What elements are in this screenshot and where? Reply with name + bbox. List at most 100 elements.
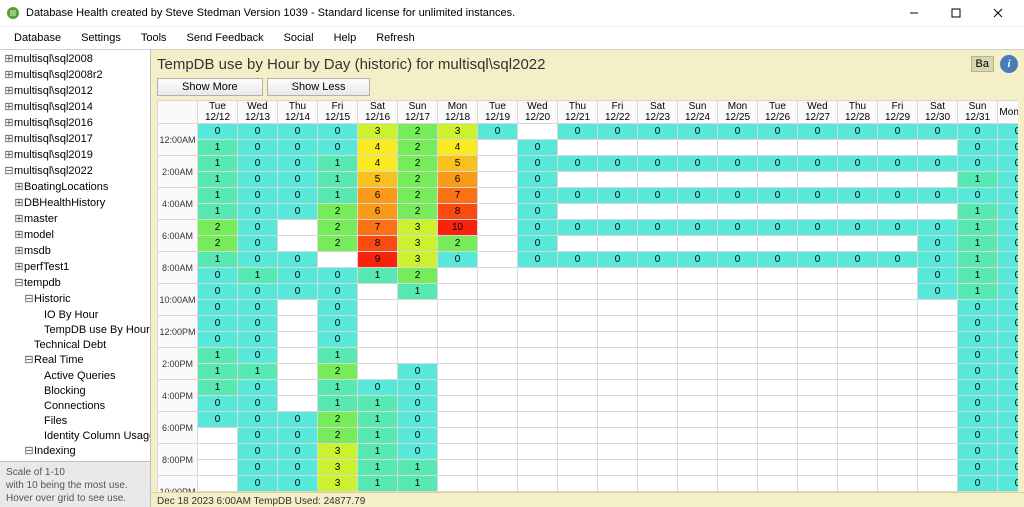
heatmap-cell[interactable] bbox=[838, 268, 878, 284]
heatmap-cell[interactable] bbox=[718, 332, 758, 348]
heatmap-cell[interactable]: 0 bbox=[638, 188, 678, 204]
heatmap-cell[interactable] bbox=[478, 412, 518, 428]
heatmap-cell[interactable] bbox=[518, 444, 558, 460]
heatmap-cell[interactable] bbox=[678, 412, 718, 428]
heatmap-cell[interactable]: 1 bbox=[198, 156, 238, 172]
heatmap-cell[interactable]: 0 bbox=[798, 188, 838, 204]
menu-refresh[interactable]: Refresh bbox=[366, 30, 425, 46]
heatmap-cell[interactable]: 1 bbox=[358, 412, 398, 428]
heatmap-cell[interactable] bbox=[278, 364, 318, 380]
heatmap-cell[interactable]: 1 bbox=[958, 220, 998, 236]
heatmap-cell[interactable] bbox=[638, 476, 678, 492]
heatmap-cell[interactable] bbox=[398, 316, 438, 332]
heatmap-cell[interactable]: 0 bbox=[958, 412, 998, 428]
heatmap-cell[interactable]: 2 bbox=[318, 428, 358, 444]
tree-node[interactable]: ⊞msdb bbox=[4, 244, 148, 260]
expand-icon[interactable]: ⊞ bbox=[14, 181, 24, 196]
heatmap-cell[interactable]: 0 bbox=[838, 156, 878, 172]
heatmap-cell[interactable]: 2 bbox=[318, 220, 358, 236]
heatmap-cell[interactable] bbox=[678, 428, 718, 444]
heatmap-cell[interactable] bbox=[838, 412, 878, 428]
heatmap-cell[interactable]: 0 bbox=[398, 364, 438, 380]
heatmap-cell[interactable]: 1 bbox=[198, 348, 238, 364]
heatmap-cell[interactable] bbox=[638, 444, 678, 460]
tree-label[interactable]: multisql\sql2008 bbox=[14, 53, 93, 65]
heatmap-cell[interactable] bbox=[758, 444, 798, 460]
heatmap-cell[interactable] bbox=[278, 300, 318, 316]
heatmap-cell[interactable]: 0 bbox=[638, 124, 678, 140]
heatmap-cell[interactable]: 1 bbox=[958, 284, 998, 300]
heatmap-cell[interactable]: 0 bbox=[558, 252, 598, 268]
heatmap-cell[interactable] bbox=[838, 476, 878, 492]
heatmap-cell[interactable] bbox=[798, 268, 838, 284]
heatmap-cell[interactable] bbox=[678, 284, 718, 300]
heatmap-cell[interactable] bbox=[478, 268, 518, 284]
heatmap-cell[interactable]: 4 bbox=[358, 156, 398, 172]
heatmap-cell[interactable] bbox=[438, 348, 478, 364]
heatmap-cell[interactable] bbox=[558, 140, 598, 156]
menu-help[interactable]: Help bbox=[324, 30, 367, 46]
heatmap-cell[interactable] bbox=[478, 380, 518, 396]
heatmap-cell[interactable] bbox=[518, 284, 558, 300]
heatmap-cell[interactable] bbox=[438, 316, 478, 332]
heatmap-cell[interactable] bbox=[438, 460, 478, 476]
heatmap-cell[interactable]: 0 bbox=[238, 460, 278, 476]
expand-icon[interactable]: ⊞ bbox=[4, 69, 14, 84]
heatmap-cell[interactable] bbox=[718, 380, 758, 396]
heatmap-cell[interactable]: 2 bbox=[318, 412, 358, 428]
tree-label[interactable]: tempdb bbox=[24, 277, 61, 289]
tree-label[interactable]: Technical Debt bbox=[34, 339, 106, 351]
heatmap-cell[interactable]: 0 bbox=[278, 268, 318, 284]
heatmap-cell[interactable] bbox=[718, 460, 758, 476]
heatmap-cell[interactable]: 1 bbox=[198, 364, 238, 380]
heatmap-cell[interactable]: 0 bbox=[958, 156, 998, 172]
heatmap-cell[interactable]: 0 bbox=[438, 252, 478, 268]
heatmap-cell[interactable] bbox=[478, 204, 518, 220]
heatmap-cell[interactable]: 0 bbox=[198, 316, 238, 332]
heatmap-cell[interactable] bbox=[878, 412, 918, 428]
heatmap-cell[interactable] bbox=[558, 348, 598, 364]
heatmap-cell[interactable]: 0 bbox=[678, 220, 718, 236]
expand-icon[interactable]: ⊞ bbox=[14, 245, 24, 260]
heatmap-cell[interactable]: 0 bbox=[998, 396, 1019, 412]
heatmap-cell[interactable]: 0 bbox=[998, 284, 1019, 300]
heatmap-cell[interactable] bbox=[558, 236, 598, 252]
heatmap-cell[interactable]: 0 bbox=[238, 476, 278, 492]
heatmap-cell[interactable] bbox=[638, 348, 678, 364]
heatmap-cell[interactable]: 2 bbox=[398, 188, 438, 204]
heatmap-cell[interactable] bbox=[198, 428, 238, 444]
heatmap-cell[interactable]: 1 bbox=[318, 348, 358, 364]
heatmap-cell[interactable]: 2 bbox=[398, 124, 438, 140]
heatmap-cell[interactable]: 3 bbox=[398, 236, 438, 252]
heatmap-cell[interactable] bbox=[558, 284, 598, 300]
heatmap-cell[interactable]: 0 bbox=[398, 444, 438, 460]
heatmap-cell[interactable] bbox=[878, 476, 918, 492]
heatmap-cell[interactable]: 0 bbox=[398, 428, 438, 444]
expand-icon[interactable]: ⊞ bbox=[4, 85, 14, 100]
heatmap-cell[interactable]: 7 bbox=[358, 220, 398, 236]
heatmap-cell[interactable] bbox=[678, 236, 718, 252]
heatmap-cell[interactable] bbox=[478, 428, 518, 444]
heatmap-cell[interactable] bbox=[798, 428, 838, 444]
tree-node[interactable]: ⊟Indexing bbox=[4, 444, 148, 460]
heatmap-cell[interactable]: 0 bbox=[238, 348, 278, 364]
tree-label[interactable]: multisql\sql2012 bbox=[14, 85, 93, 97]
heatmap-cell[interactable] bbox=[918, 476, 958, 492]
tree-node[interactable]: ⊞master bbox=[4, 212, 148, 228]
heatmap-cell[interactable]: 1 bbox=[958, 252, 998, 268]
heatmap-cell[interactable]: 1 bbox=[358, 268, 398, 284]
tree-label[interactable]: Files bbox=[44, 415, 67, 427]
tree-label[interactable]: Identity Column Usage bbox=[44, 430, 150, 442]
close-button[interactable] bbox=[978, 3, 1018, 23]
heatmap-cell[interactable] bbox=[918, 332, 958, 348]
tree-node[interactable]: ⊞multisql\sql2014 bbox=[4, 100, 148, 116]
heatmap-cell[interactable]: 0 bbox=[478, 124, 518, 140]
heatmap-cell[interactable]: 0 bbox=[598, 220, 638, 236]
heatmap-cell[interactable]: 0 bbox=[998, 140, 1019, 156]
heatmap-cell[interactable]: 8 bbox=[438, 204, 478, 220]
tree-node[interactable]: ⊞perfTest1 bbox=[4, 260, 148, 276]
heatmap-cell[interactable] bbox=[518, 412, 558, 428]
heatmap-cell[interactable] bbox=[518, 316, 558, 332]
tree-label[interactable]: Blocking bbox=[44, 385, 86, 397]
heatmap-cell[interactable] bbox=[518, 380, 558, 396]
